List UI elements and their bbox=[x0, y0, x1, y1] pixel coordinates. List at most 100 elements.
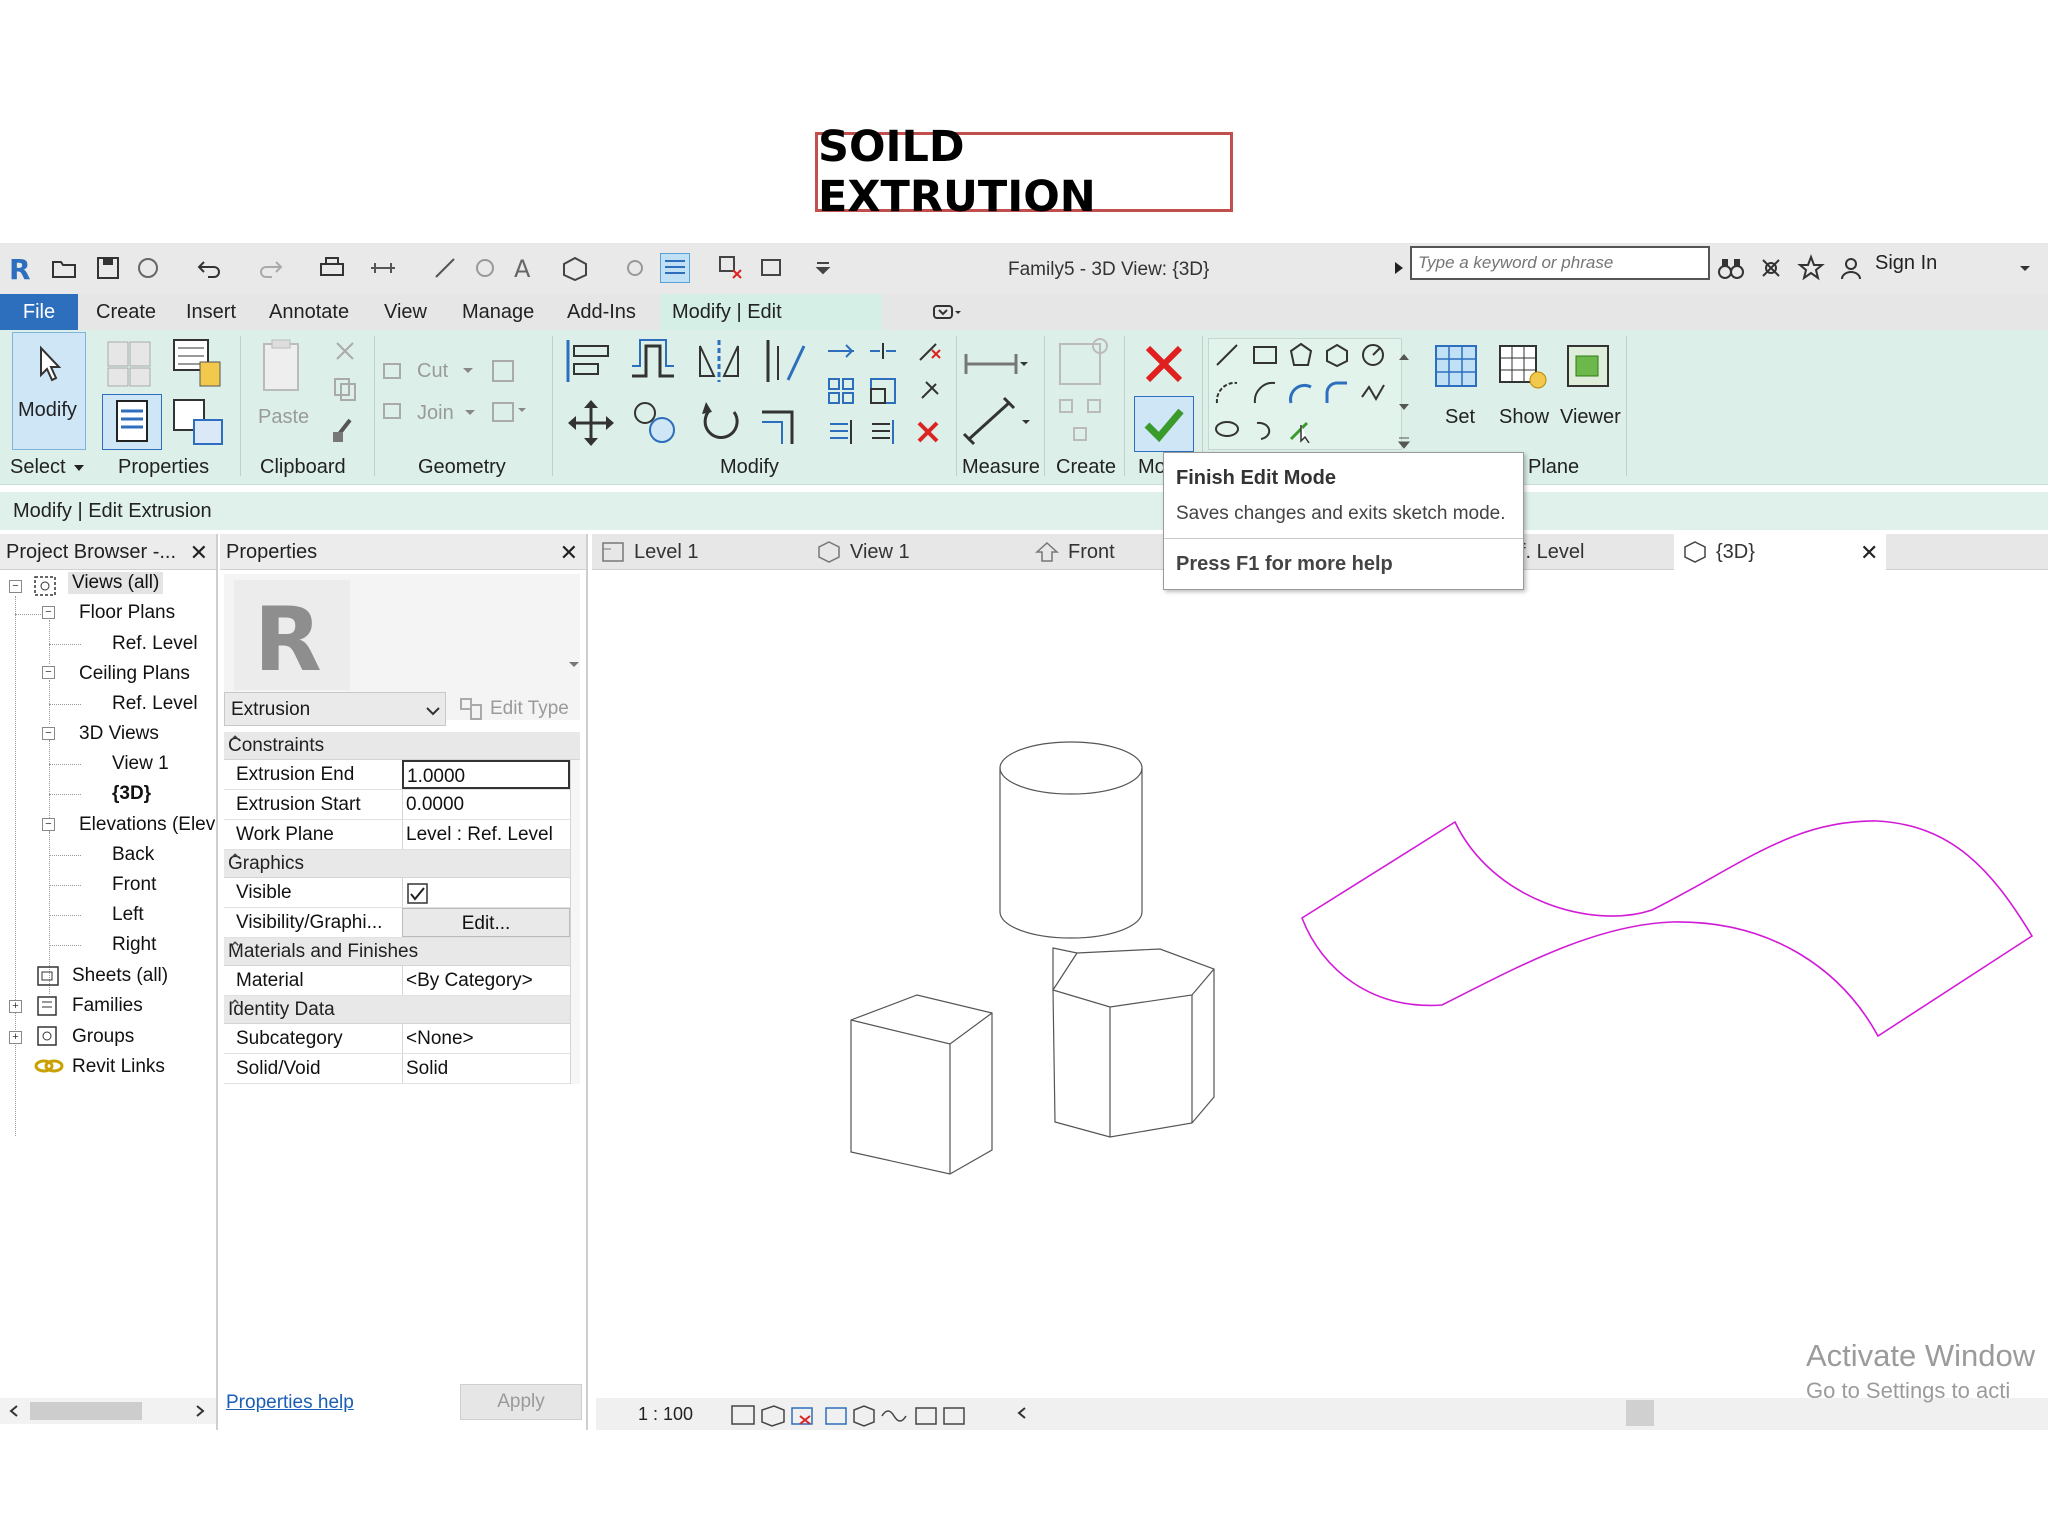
move-icon[interactable] bbox=[566, 398, 616, 448]
mirror-draw-axis-icon[interactable] bbox=[758, 336, 808, 386]
visibility-edit-button[interactable]: Edit... bbox=[402, 908, 570, 937]
text-icon[interactable]: A bbox=[508, 253, 538, 283]
tag-icon[interactable] bbox=[470, 253, 500, 283]
tab-insert[interactable]: Insert bbox=[174, 294, 248, 330]
star-icon[interactable] bbox=[1796, 253, 1826, 283]
tree-view-1[interactable]: View 1 bbox=[112, 753, 169, 775]
fillet-arc-icon[interactable] bbox=[1323, 379, 1351, 407]
user-icon[interactable] bbox=[1836, 253, 1866, 283]
visible-checkbox[interactable] bbox=[407, 883, 429, 905]
create-similar-icon[interactable] bbox=[1056, 336, 1112, 392]
tangent-end-arc-icon[interactable] bbox=[1287, 379, 1315, 407]
collapse-toggle[interactable]: − bbox=[9, 580, 22, 593]
tab-manage[interactable]: Manage bbox=[450, 294, 546, 330]
expand-toggle[interactable]: + bbox=[9, 1031, 22, 1044]
sign-in-link[interactable]: Sign In bbox=[1875, 252, 1937, 275]
save-icon[interactable] bbox=[93, 253, 123, 283]
dimension-aligned-icon[interactable] bbox=[962, 396, 1032, 446]
properties-help-link[interactable]: Properties help bbox=[226, 1392, 354, 1414]
close-icon[interactable]: ✕ bbox=[1860, 540, 1878, 566]
partial-ellipse-icon[interactable] bbox=[1251, 415, 1279, 443]
horizontal-scrollbar[interactable] bbox=[0, 1398, 216, 1424]
type-selector[interactable]: Extrusion bbox=[224, 692, 446, 726]
work-plane-viewer-button[interactable]: Viewer bbox=[1558, 340, 1628, 450]
edit-type-button[interactable]: Edit Type bbox=[456, 694, 582, 724]
tab-view[interactable]: View bbox=[372, 294, 439, 330]
apply-button[interactable]: Apply bbox=[460, 1384, 582, 1420]
draw-gallery-scroll-icon[interactable] bbox=[1396, 348, 1412, 452]
tab-3d[interactable]: {3D} bbox=[1674, 534, 1886, 570]
close-icon[interactable]: ✕ bbox=[190, 540, 208, 566]
split-element-icon[interactable] bbox=[868, 340, 898, 362]
box-extrusion[interactable] bbox=[850, 994, 993, 1175]
type-properties-icon[interactable] bbox=[170, 394, 226, 450]
circle-icon[interactable] bbox=[1359, 341, 1387, 369]
switch-windows-icon[interactable] bbox=[758, 253, 788, 283]
subscription-icon[interactable] bbox=[1756, 253, 1786, 283]
collapse-up-icon[interactable]: ⌃ bbox=[228, 939, 574, 959]
paste-button[interactable]: Paste bbox=[256, 336, 309, 446]
family-types-icon[interactable] bbox=[170, 336, 224, 390]
tab-add-ins[interactable]: Add-Ins bbox=[555, 294, 648, 330]
unpin-icon[interactable] bbox=[914, 336, 944, 366]
circumscribed-polygon-icon[interactable] bbox=[1323, 341, 1351, 369]
pick-lines-icon[interactable] bbox=[1287, 415, 1315, 443]
tab-front[interactable]: Front bbox=[1034, 534, 1115, 570]
default-3d-view-icon[interactable] bbox=[560, 253, 590, 283]
hexagon-extrusion[interactable] bbox=[1052, 947, 1215, 1138]
modify-button[interactable]: Modify bbox=[12, 332, 86, 450]
mirror-pick-axis-icon[interactable] bbox=[694, 336, 744, 386]
copy-modify-icon[interactable] bbox=[630, 398, 680, 448]
properties-scrollbar[interactable] bbox=[570, 760, 580, 1084]
tab-file[interactable]: File bbox=[0, 294, 78, 330]
select-panel-label[interactable]: Select bbox=[10, 456, 66, 479]
measure-qat-icon[interactable] bbox=[368, 253, 398, 283]
undo-icon[interactable] bbox=[195, 253, 225, 283]
scrollbar-thumb[interactable] bbox=[30, 1402, 142, 1420]
panel-toggle-icon[interactable] bbox=[910, 294, 974, 330]
collapse-toggle[interactable]: − bbox=[42, 666, 55, 679]
split-face-icon[interactable] bbox=[490, 398, 526, 426]
move-row-icon[interactable] bbox=[826, 340, 856, 362]
view-scrollbar-thumb[interactable] bbox=[1626, 1400, 1654, 1426]
model-canvas[interactable] bbox=[592, 570, 2048, 1400]
collapse-toggle[interactable]: − bbox=[42, 818, 55, 831]
group-constraints[interactable]: Constraints ⌃ bbox=[224, 732, 580, 760]
search-input[interactable] bbox=[1410, 246, 1710, 280]
family-category-icon[interactable] bbox=[104, 336, 154, 390]
group-materials[interactable]: Materials and Finishes ⌃ bbox=[224, 938, 580, 966]
scroll-left-icon[interactable] bbox=[1016, 1406, 1028, 1420]
cut-geometry-label[interactable]: Cut bbox=[417, 360, 448, 383]
tree-ceiling-ref-level[interactable]: Ref. Level bbox=[112, 693, 198, 715]
tree-floor-ref-level[interactable]: Ref. Level bbox=[112, 633, 198, 655]
sync-icon[interactable] bbox=[133, 253, 163, 283]
customize-qat-icon[interactable] bbox=[808, 253, 838, 283]
tab-level-1[interactable]: Level 1 bbox=[600, 534, 699, 570]
group-graphics[interactable]: Graphics ⌃ bbox=[224, 850, 580, 878]
tab-modify-edit-extrusion[interactable]: Modify | Edit Extrusion bbox=[660, 294, 882, 359]
revit-logo-icon[interactable]: R bbox=[6, 253, 36, 283]
material-value[interactable]: <By Category> bbox=[402, 966, 570, 995]
cut-dropdown-icon[interactable] bbox=[462, 366, 474, 376]
delete-icon[interactable] bbox=[914, 418, 942, 446]
tree-families[interactable]: Families bbox=[72, 995, 143, 1017]
pin-icon[interactable] bbox=[914, 376, 944, 406]
collapse-toggle[interactable]: − bbox=[42, 727, 55, 740]
ellipse-icon[interactable] bbox=[1213, 415, 1241, 443]
create-group-icon[interactable] bbox=[1056, 396, 1112, 448]
view-control-icons[interactable] bbox=[730, 1402, 970, 1428]
tab-annotate[interactable]: Annotate bbox=[257, 294, 361, 330]
tab-create[interactable]: Create bbox=[84, 294, 168, 330]
extrusion-end-input[interactable]: 1.0000 bbox=[402, 760, 570, 789]
cylinder-extrusion[interactable] bbox=[999, 741, 1143, 939]
tree-elevations[interactable]: Elevations (Elev bbox=[79, 814, 215, 836]
tree-views-all[interactable]: Views (all) bbox=[68, 572, 164, 594]
cut-scissors-icon[interactable] bbox=[332, 338, 358, 364]
measure-between-icon[interactable] bbox=[962, 344, 1028, 384]
tab-view-1[interactable]: View 1 bbox=[816, 534, 910, 570]
align-icon[interactable] bbox=[562, 336, 612, 386]
finish-edit-mode-button[interactable] bbox=[1134, 396, 1194, 452]
scroll-right-icon[interactable] bbox=[194, 1404, 206, 1418]
properties-button[interactable] bbox=[102, 394, 162, 450]
dimension-icon[interactable] bbox=[430, 253, 460, 283]
